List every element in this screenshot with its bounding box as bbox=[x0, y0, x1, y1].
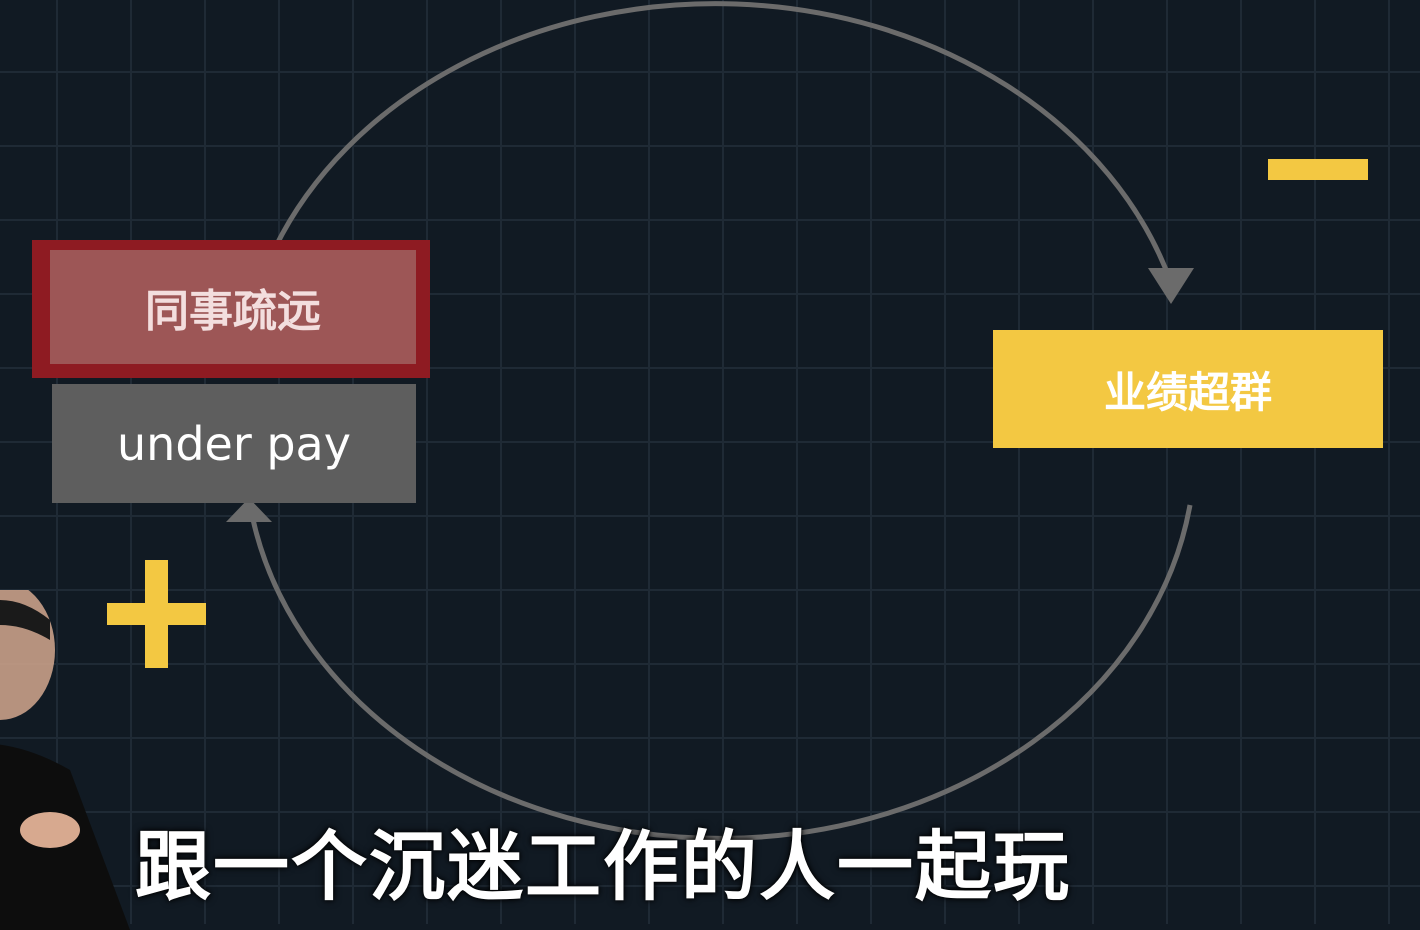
node-colleague-distance: 同事疏远 bbox=[32, 240, 430, 378]
plus-vertical bbox=[145, 560, 168, 668]
subtitle-caption: 跟一个沉迷工作的人一起玩 bbox=[135, 822, 1071, 911]
node-colleague-distance-label: 同事疏远 bbox=[50, 250, 416, 364]
presenter-image bbox=[0, 590, 130, 930]
node-performance: 业绩超群 bbox=[993, 330, 1383, 448]
top-arc-arrow bbox=[272, 1, 1173, 281]
arrowhead-down bbox=[1148, 268, 1194, 304]
bottom-arc-arrow bbox=[249, 504, 1193, 841]
node-under-pay: under pay bbox=[52, 384, 416, 503]
minus-sign-icon bbox=[1268, 159, 1368, 180]
